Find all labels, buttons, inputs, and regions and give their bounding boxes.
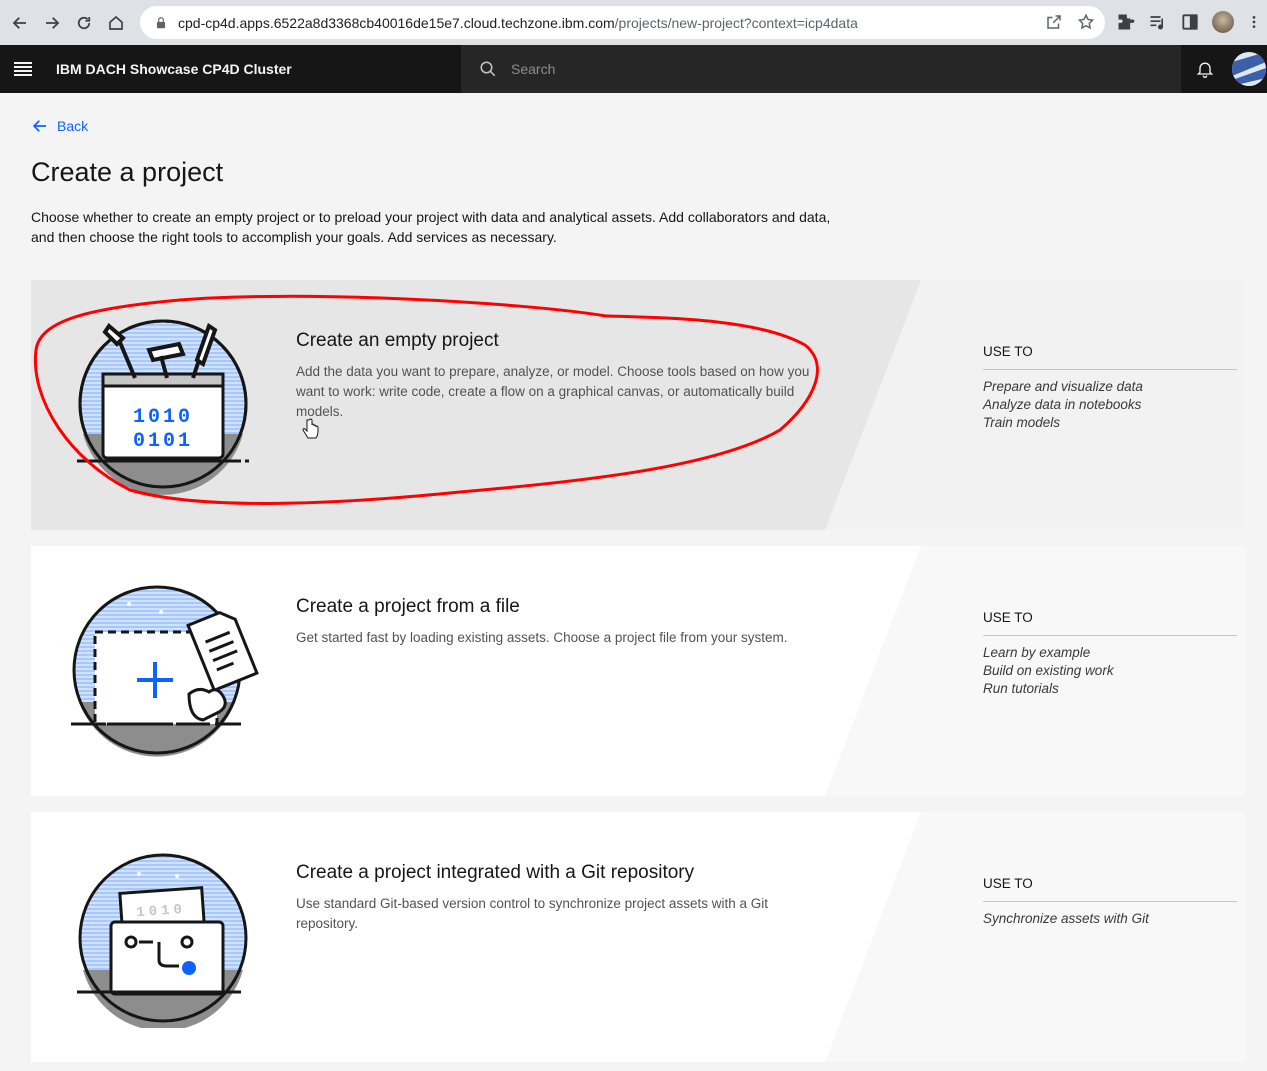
side-panel-icon[interactable] bbox=[1180, 12, 1200, 32]
use-item: Learn by example bbox=[983, 645, 1091, 660]
search-icon bbox=[480, 61, 496, 77]
tile-title: Create a project from a file bbox=[296, 596, 520, 617]
use-to-list: Learn by example Build on existing work … bbox=[983, 644, 1237, 698]
toolbox-illustration: 1010 0101 bbox=[77, 319, 249, 495]
product-header: IBM DACH Showcase CP4D Cluster bbox=[0, 45, 1267, 93]
use-to-section: USE TO Learn by example Build on existin… bbox=[983, 610, 1237, 698]
use-to-section: USE TO Synchronize assets with Git bbox=[983, 876, 1237, 928]
illustration-binary-line-2: 0101 bbox=[133, 430, 193, 453]
forward-arrow-icon[interactable] bbox=[36, 7, 68, 39]
more-vertical-icon[interactable] bbox=[1246, 12, 1262, 32]
use-item: Synchronize assets with Git bbox=[983, 911, 1149, 926]
tile-description: Add the data you want to prepare, analyz… bbox=[296, 364, 810, 419]
use-to-list: Prepare and visualize data Analyze data … bbox=[983, 378, 1237, 432]
url-text: cpd-cp4d.apps.6522a8d3368cb40016de15e7.c… bbox=[178, 14, 858, 31]
tile-project-git[interactable]: 1010 Create a project integrated with a … bbox=[31, 812, 1245, 1062]
tile-empty-project[interactable]: 1010 0101 Create an empty project Add th… bbox=[31, 280, 1245, 530]
tile-description: Use standard Git-based version control t… bbox=[296, 896, 768, 931]
back-link[interactable]: Back bbox=[31, 117, 88, 135]
address-bar[interactable]: cpd-cp4d.apps.6522a8d3368cb40016de15e7.c… bbox=[140, 6, 1105, 39]
page-title: Create a project bbox=[31, 157, 224, 187]
tile-slant-bg bbox=[825, 812, 1245, 1062]
tile-project-from-file[interactable]: Create a project from a file Get started… bbox=[31, 546, 1245, 796]
arrow-left-icon bbox=[32, 120, 46, 132]
use-item: Build on existing work bbox=[983, 663, 1114, 678]
extensions-icon[interactable] bbox=[1116, 12, 1136, 32]
home-icon[interactable] bbox=[100, 7, 132, 39]
use-to-heading: USE TO bbox=[983, 344, 1237, 370]
tile-title: Create a project integrated with a Git r… bbox=[296, 862, 695, 883]
back-label: Back bbox=[57, 118, 89, 134]
use-to-heading: USE TO bbox=[983, 610, 1237, 636]
notifications-bell-icon[interactable] bbox=[1181, 45, 1229, 93]
file-upload-illustration bbox=[71, 585, 259, 757]
global-search[interactable] bbox=[461, 45, 1181, 93]
use-item: Train models bbox=[983, 415, 1061, 430]
search-input[interactable] bbox=[511, 61, 1111, 77]
tile-title: Create an empty project bbox=[296, 330, 499, 351]
hamburger-menu-icon[interactable] bbox=[0, 45, 46, 93]
use-to-list: Synchronize assets with Git bbox=[983, 910, 1237, 928]
media-queue-icon[interactable] bbox=[1148, 12, 1168, 32]
use-to-section: USE TO Prepare and visualize data Analyz… bbox=[983, 344, 1237, 432]
share-icon[interactable] bbox=[1045, 13, 1063, 31]
star-icon[interactable] bbox=[1077, 13, 1095, 31]
git-folder-illustration: 1010 bbox=[77, 853, 248, 1028]
page-description: Choose whether to create an empty projec… bbox=[31, 209, 831, 245]
tile-description: Get started fast by loading existing ass… bbox=[296, 630, 788, 645]
hand-cursor-icon bbox=[302, 418, 319, 439]
reload-icon[interactable] bbox=[68, 7, 100, 39]
browser-profile-avatar[interactable] bbox=[1212, 11, 1234, 33]
user-avatar[interactable] bbox=[1232, 52, 1266, 86]
product-title[interactable]: IBM DACH Showcase CP4D Cluster bbox=[56, 61, 292, 77]
browser-toolbar: cpd-cp4d.apps.6522a8d3368cb40016de15e7.c… bbox=[0, 0, 1267, 45]
illustration-binary-line-1: 1010 bbox=[133, 406, 193, 429]
use-item: Run tutorials bbox=[983, 681, 1059, 696]
lock-icon bbox=[156, 16, 166, 28]
use-to-heading: USE TO bbox=[983, 876, 1237, 902]
back-arrow-icon[interactable] bbox=[4, 7, 36, 39]
use-item: Analyze data in notebooks bbox=[983, 397, 1142, 412]
use-item: Prepare and visualize data bbox=[983, 379, 1143, 394]
